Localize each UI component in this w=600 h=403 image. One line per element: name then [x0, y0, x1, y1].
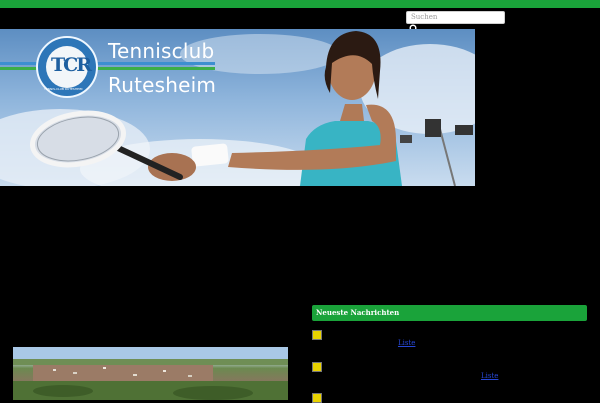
logo-text: TCR — [51, 54, 92, 76]
search-input[interactable] — [406, 10, 505, 24]
search-icon[interactable] — [409, 19, 419, 34]
news-thumbnail[interactable] — [312, 393, 322, 403]
logo-ring-text: TENNIS-CLUB RUTESHEIM — [44, 87, 83, 91]
news-thumbnail[interactable] — [312, 330, 322, 340]
news-heading: Neueste Nachrichten — [312, 305, 587, 321]
search-area — [406, 4, 505, 34]
header-banner: TCR TENNIS-CLUB RUTESHEIM Tennisclub Rut… — [0, 29, 475, 186]
news-link[interactable]: Liste — [481, 372, 498, 380]
news-link[interactable]: Liste — [398, 339, 415, 347]
top-green-bar — [0, 0, 600, 8]
club-name-line1: Tennisclub — [108, 39, 215, 63]
news-thumbnail[interactable] — [312, 362, 322, 372]
town-photo — [13, 347, 288, 400]
club-name-line2: Rutesheim — [108, 73, 217, 97]
